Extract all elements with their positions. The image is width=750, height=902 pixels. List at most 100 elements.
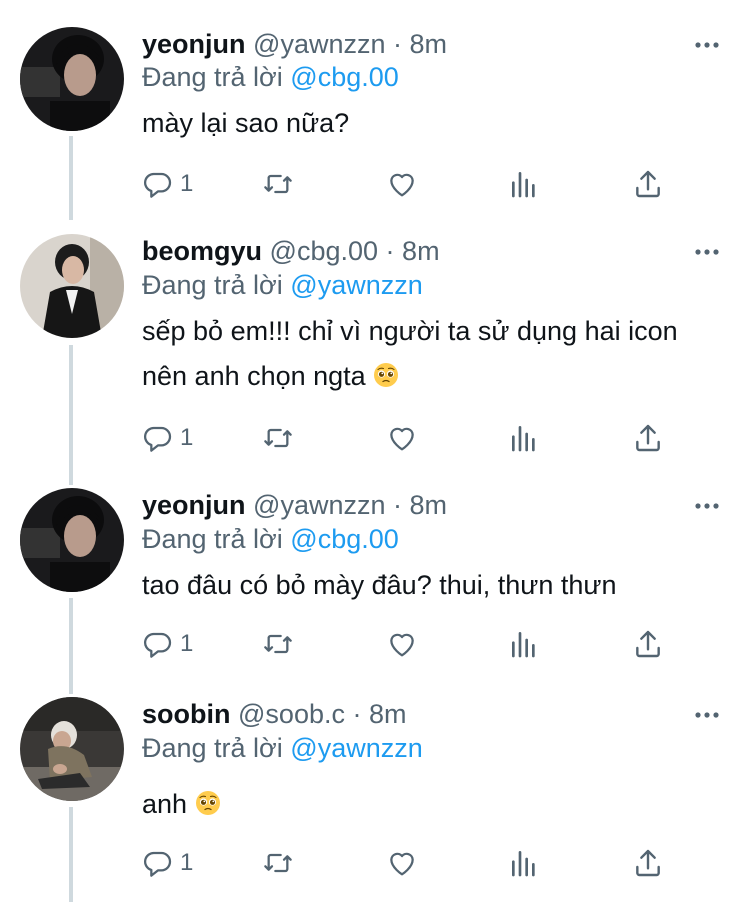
replying-to-label: Đang trả lời bbox=[142, 733, 283, 763]
analytics-icon bbox=[512, 632, 535, 658]
display-name[interactable]: beomgyu bbox=[142, 236, 262, 266]
analytics-button[interactable] bbox=[508, 168, 540, 200]
reply-button[interactable]: 1 bbox=[142, 628, 193, 660]
like-icon bbox=[390, 633, 414, 657]
replying-to: Đang trả lời @yawnzzn bbox=[142, 731, 423, 765]
display-name[interactable]: soobin bbox=[142, 699, 231, 729]
share-button[interactable] bbox=[632, 628, 664, 660]
reply-count: 1 bbox=[180, 849, 194, 876]
display-name[interactable]: yeonjun bbox=[142, 29, 246, 59]
share-icon bbox=[636, 424, 660, 452]
user-handle[interactable]: @yawnzzn bbox=[253, 29, 385, 59]
share-button[interactable] bbox=[632, 168, 664, 200]
tweet-actions: 1 bbox=[142, 168, 682, 200]
avatar[interactable] bbox=[20, 27, 124, 131]
mention-link[interactable]: @cbg.00 bbox=[290, 524, 398, 554]
retweet-button[interactable] bbox=[260, 847, 296, 879]
like-icon bbox=[390, 427, 414, 451]
replying-to-label: Đang trả lời bbox=[142, 62, 283, 92]
replying-to: Đang trả lời @cbg.00 bbox=[142, 522, 399, 556]
pleading-face-icon bbox=[374, 363, 399, 387]
more-icon[interactable] bbox=[694, 703, 720, 727]
more-icon[interactable] bbox=[694, 33, 720, 57]
separator: · bbox=[393, 490, 403, 520]
tweet[interactable]: soobin @soob.c · 8m Đang trả lời @yawnzz… bbox=[0, 697, 750, 897]
user-handle[interactable]: @cbg.00 bbox=[270, 236, 378, 266]
separator: · bbox=[385, 236, 395, 266]
timestamp[interactable]: 8m bbox=[410, 29, 448, 59]
separator: · bbox=[352, 699, 362, 729]
timestamp[interactable]: 8m bbox=[369, 699, 407, 729]
tweet-text-line: tao đâu có bỏ mày đâu? thui, thưn thưn bbox=[142, 570, 617, 600]
reply-button[interactable]: 1 bbox=[142, 422, 193, 454]
analytics-button[interactable] bbox=[508, 847, 540, 879]
like-icon bbox=[390, 173, 414, 197]
mention-link[interactable]: @yawnzzn bbox=[290, 733, 422, 763]
tweet-text: sếp bỏ em!!! chỉ vì người ta sử dụng hai… bbox=[142, 310, 732, 398]
reply-count: 1 bbox=[180, 630, 194, 657]
replying-to-label: Đang trả lời bbox=[142, 270, 283, 300]
tweet[interactable]: yeonjun @yawnzzn · 8m Đang trả lời @cbg.… bbox=[0, 27, 750, 217]
replying-to: Đang trả lời @cbg.00 bbox=[142, 60, 399, 94]
like-button[interactable] bbox=[386, 422, 418, 454]
separator: · bbox=[393, 29, 403, 59]
like-button[interactable] bbox=[386, 168, 418, 200]
retweet-icon bbox=[264, 174, 292, 194]
retweet-icon bbox=[264, 634, 292, 654]
analytics-button[interactable] bbox=[508, 422, 540, 454]
tweet[interactable]: beomgyu @cbg.00 · 8m Đang trả lời @yawnz… bbox=[0, 234, 750, 474]
retweet-button[interactable] bbox=[260, 168, 296, 200]
tweet[interactable]: yeonjun @yawnzzn · 8m Đang trả lời @cbg.… bbox=[0, 488, 750, 678]
replying-to-label: Đang trả lời bbox=[142, 524, 283, 554]
analytics-icon bbox=[512, 172, 535, 198]
display-name[interactable]: yeonjun bbox=[142, 490, 246, 520]
share-icon bbox=[636, 170, 660, 198]
share-button[interactable] bbox=[632, 847, 664, 879]
retweet-icon bbox=[264, 428, 292, 448]
like-button[interactable] bbox=[386, 847, 418, 879]
reply-count: 1 bbox=[180, 424, 194, 451]
tweet-text: mày lại sao nữa? bbox=[142, 102, 732, 145]
reply-icon bbox=[144, 632, 172, 658]
retweet-button[interactable] bbox=[260, 628, 296, 660]
replying-to: Đang trả lời @yawnzzn bbox=[142, 268, 423, 302]
tweet-actions: 1 bbox=[142, 847, 682, 879]
like-button[interactable] bbox=[386, 628, 418, 660]
reply-button[interactable]: 1 bbox=[142, 847, 193, 879]
tweet-text-line: mày lại sao nữa? bbox=[142, 108, 350, 138]
pleading-face-icon bbox=[195, 791, 220, 815]
avatar[interactable] bbox=[20, 697, 124, 801]
retweet-icon bbox=[264, 853, 292, 873]
more-icon[interactable] bbox=[694, 240, 720, 264]
tweet-text-line: nên anh chọn ngta bbox=[142, 361, 366, 391]
retweet-button[interactable] bbox=[260, 422, 296, 454]
share-icon bbox=[636, 630, 660, 658]
reply-icon bbox=[144, 851, 172, 877]
tweet-text-line: sếp bỏ em!!! chỉ vì người ta sử dụng hai… bbox=[142, 316, 678, 346]
analytics-icon bbox=[512, 851, 535, 877]
avatar[interactable] bbox=[20, 234, 124, 338]
like-icon bbox=[390, 852, 414, 876]
share-button[interactable] bbox=[632, 422, 664, 454]
tweet-header: beomgyu @cbg.00 · 8m bbox=[142, 234, 440, 268]
tweet-header: soobin @soob.c · 8m bbox=[142, 697, 407, 731]
reply-button[interactable]: 1 bbox=[142, 168, 193, 200]
analytics-icon bbox=[512, 426, 535, 452]
avatar[interactable] bbox=[20, 488, 124, 592]
reply-icon bbox=[144, 172, 172, 198]
timestamp[interactable]: 8m bbox=[402, 236, 440, 266]
tweet-text: anh bbox=[142, 783, 732, 826]
tweet-text: tao đâu có bỏ mày đâu? thui, thưn thưn bbox=[142, 564, 732, 607]
tweet-text-line-wrapper: nên anh chọn ngta bbox=[142, 355, 732, 398]
analytics-button[interactable] bbox=[508, 628, 540, 660]
mention-link[interactable]: @yawnzzn bbox=[290, 270, 422, 300]
tweet-header: yeonjun @yawnzzn · 8m bbox=[142, 27, 447, 61]
mention-link[interactable]: @cbg.00 bbox=[290, 62, 398, 92]
tweet-header: yeonjun @yawnzzn · 8m bbox=[142, 488, 447, 522]
share-icon bbox=[636, 849, 660, 877]
timestamp[interactable]: 8m bbox=[410, 490, 448, 520]
user-handle[interactable]: @yawnzzn bbox=[253, 490, 385, 520]
more-icon[interactable] bbox=[694, 494, 720, 518]
user-handle[interactable]: @soob.c bbox=[238, 699, 345, 729]
tweet-actions: 1 bbox=[142, 422, 682, 454]
